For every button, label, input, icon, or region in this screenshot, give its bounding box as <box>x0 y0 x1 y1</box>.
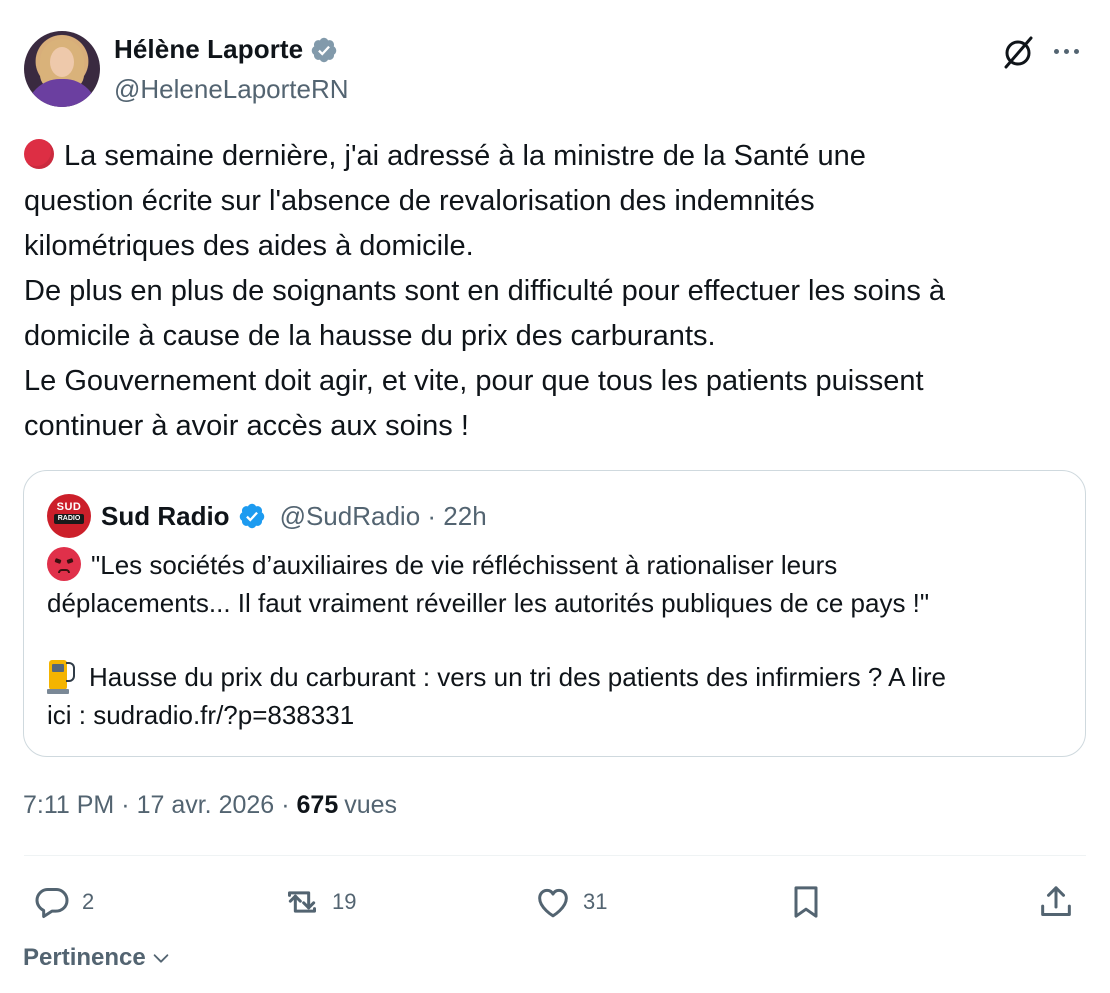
repost-count: 19 <box>332 889 357 914</box>
more-options-icon[interactable] <box>1048 33 1084 69</box>
sud-radio-avatar: SUD RADIO <box>47 494 91 538</box>
views-count: 675 <box>296 791 339 819</box>
like-count: 31 <box>583 889 608 914</box>
like-button[interactable]: 31 <box>533 880 607 924</box>
reply-button[interactable]: 2 <box>32 880 94 924</box>
avatar-logo-subtext: RADIO <box>57 515 81 522</box>
views-label: vues <box>344 791 398 819</box>
tweet-line: kilométriques des aides à domicile. <box>24 230 474 262</box>
author-handle[interactable]: @HeleneLaporteRN <box>114 74 349 105</box>
author-name-line: Hélène Laporte <box>114 34 338 65</box>
tweet-time[interactable]: 7:11 PM <box>23 791 114 820</box>
tweet-line: La semaine dernière, j'ai adressé à la m… <box>64 140 866 172</box>
divider <box>24 855 1086 856</box>
angry-face-icon <box>47 547 81 581</box>
sort-label: Pertinence <box>23 944 146 971</box>
red-circle-icon <box>24 139 54 169</box>
verified-icon <box>311 37 337 62</box>
tweet-line: continuer à avoir accès aux soins ! <box>24 410 469 442</box>
quoted-line: "Les sociétés d’auxiliaires de vie réflé… <box>91 550 838 580</box>
tweet-meta: 7:11 PM · 17 avr. 2026 · 675 vues <box>23 791 397 820</box>
sort-dropdown[interactable]: Pertinence <box>23 944 172 972</box>
quoted-tweet-card[interactable]: SUD RADIO Sud Radio @SudRadio · 22h "Les… <box>23 470 1086 757</box>
fuel-pump-icon <box>47 658 77 694</box>
verified-icon <box>239 503 264 529</box>
quoted-line: ici : sudradio.fr/?p=838331 <box>47 700 355 730</box>
avatar-logo-text: SUD <box>56 501 82 513</box>
quoted-tweet-header: SUD RADIO Sud Radio @SudRadio · 22h <box>47 494 487 538</box>
quoted-author-name: Sud Radio <box>101 500 230 531</box>
separator-dot: · <box>121 791 130 819</box>
repost-icon <box>288 891 316 913</box>
reply-count: 2 <box>82 889 95 914</box>
grok-icon[interactable] <box>1000 34 1036 70</box>
tweet-text: La semaine dernière, j'ai adressé à la m… <box>24 134 1086 449</box>
tweet-line: De plus en plus de soignants sont en dif… <box>24 275 946 307</box>
author-avatar[interactable] <box>24 31 100 107</box>
quoted-author-handle: @SudRadio · 22h <box>279 500 487 531</box>
quoted-line: déplacements... Il faut vraiment réveill… <box>47 588 930 618</box>
tweet-line: Le Gouvernement doit agir, et vite, pour… <box>24 365 924 397</box>
repost-button[interactable]: 19 <box>282 880 356 924</box>
author-name[interactable]: Hélène Laporte <box>114 34 303 65</box>
separator-dot: · <box>281 791 290 819</box>
bookmark-icon <box>794 886 818 918</box>
heart-icon <box>538 888 568 918</box>
tweet-header: Hélène Laporte @HeleneLaporteRN <box>24 31 1086 107</box>
tweet-date[interactable]: 17 avr. 2026 <box>137 791 275 820</box>
reply-icon <box>35 888 69 918</box>
tweet-line: question écrite sur l'absence de revalor… <box>24 185 815 217</box>
share-icon <box>1041 886 1071 916</box>
quoted-tweet-text: "Les sociétés d’auxiliaires de vie réflé… <box>47 546 1057 734</box>
bookmark-button[interactable] <box>786 880 826 924</box>
tweet-line: domicile à cause de la hausse du prix de… <box>24 320 716 352</box>
share-button[interactable] <box>1036 880 1076 924</box>
chevron-down-icon <box>153 954 169 963</box>
quoted-line: Hausse du prix du carburant : vers un tr… <box>89 662 946 692</box>
